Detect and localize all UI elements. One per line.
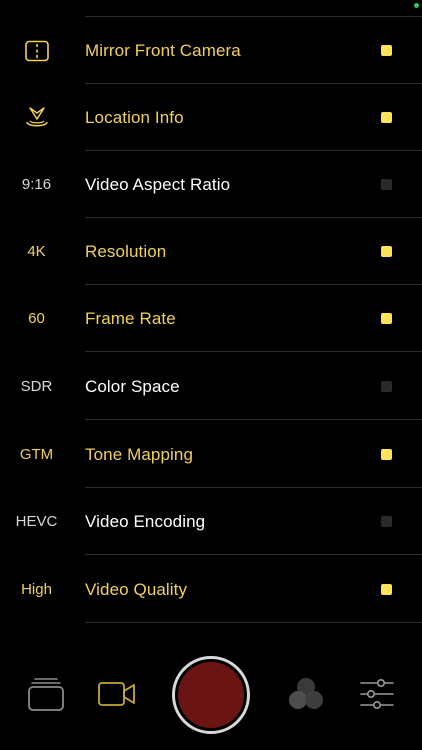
setting-label: Resolution <box>85 241 167 261</box>
setting-label: Frame Rate <box>85 308 176 328</box>
row-divider <box>85 554 422 555</box>
setting-toggle[interactable] <box>381 584 392 595</box>
setting-row-video-encoding[interactable]: HEVC Video Encoding <box>0 488 422 555</box>
setting-toggle[interactable] <box>381 179 392 190</box>
setting-toggle[interactable] <box>381 246 392 257</box>
setting-row-mirror-front-camera[interactable]: Mirror Front Camera <box>0 17 422 84</box>
location-pin-icon <box>0 84 73 151</box>
sliders-icon[interactable] <box>359 676 395 717</box>
filters-icon[interactable] <box>287 676 325 717</box>
mirror-icon <box>0 17 73 84</box>
row-divider <box>85 351 422 352</box>
record-button[interactable] <box>172 656 250 734</box>
setting-value-badge: High <box>21 581 52 598</box>
setting-value-badge: SDR <box>20 378 53 395</box>
setting-value-badge: 9:16 <box>21 176 52 193</box>
setting-label: Tone Mapping <box>85 444 193 464</box>
setting-value-badge: GTM <box>19 446 54 463</box>
setting-label: Mirror Front Camera <box>85 40 241 60</box>
gallery-stack-icon[interactable] <box>27 676 65 717</box>
setting-toggle[interactable] <box>381 381 392 392</box>
setting-label: Location Info <box>85 107 184 127</box>
setting-row-resolution[interactable]: 4K Resolution <box>0 218 422 285</box>
setting-row-frame-rate[interactable]: 60 Frame Rate <box>0 285 422 352</box>
row-divider <box>85 419 422 420</box>
setting-row-tone-mapping[interactable]: GTM Tone Mapping <box>0 421 422 488</box>
record-button-inner <box>178 662 244 728</box>
setting-value-badge: 60 <box>28 310 45 327</box>
setting-toggle[interactable] <box>381 516 392 527</box>
bottom-toolbar <box>0 650 422 750</box>
setting-label: Video Encoding <box>85 511 206 531</box>
setting-value-badge: HEVC <box>15 513 58 530</box>
setting-toggle[interactable] <box>381 45 392 56</box>
row-divider <box>85 622 422 623</box>
setting-toggle[interactable] <box>381 112 392 123</box>
setting-row-location-info[interactable]: Location Info <box>0 84 422 151</box>
setting-row-video-quality[interactable]: High Video Quality <box>0 556 422 623</box>
setting-label: Video Quality <box>85 579 188 599</box>
setting-label: Video Aspect Ratio <box>85 174 231 194</box>
setting-label: Color Space <box>85 376 180 396</box>
setting-toggle[interactable] <box>381 313 392 324</box>
setting-row-color-space[interactable]: SDR Color Space <box>0 353 422 420</box>
video-camera-icon[interactable] <box>97 680 137 713</box>
setting-toggle[interactable] <box>381 449 392 460</box>
setting-row-video-aspect-ratio[interactable]: 9:16 Video Aspect Ratio <box>0 151 422 218</box>
setting-value-badge: 4K <box>27 243 46 260</box>
status-indicator-dot <box>414 3 419 8</box>
